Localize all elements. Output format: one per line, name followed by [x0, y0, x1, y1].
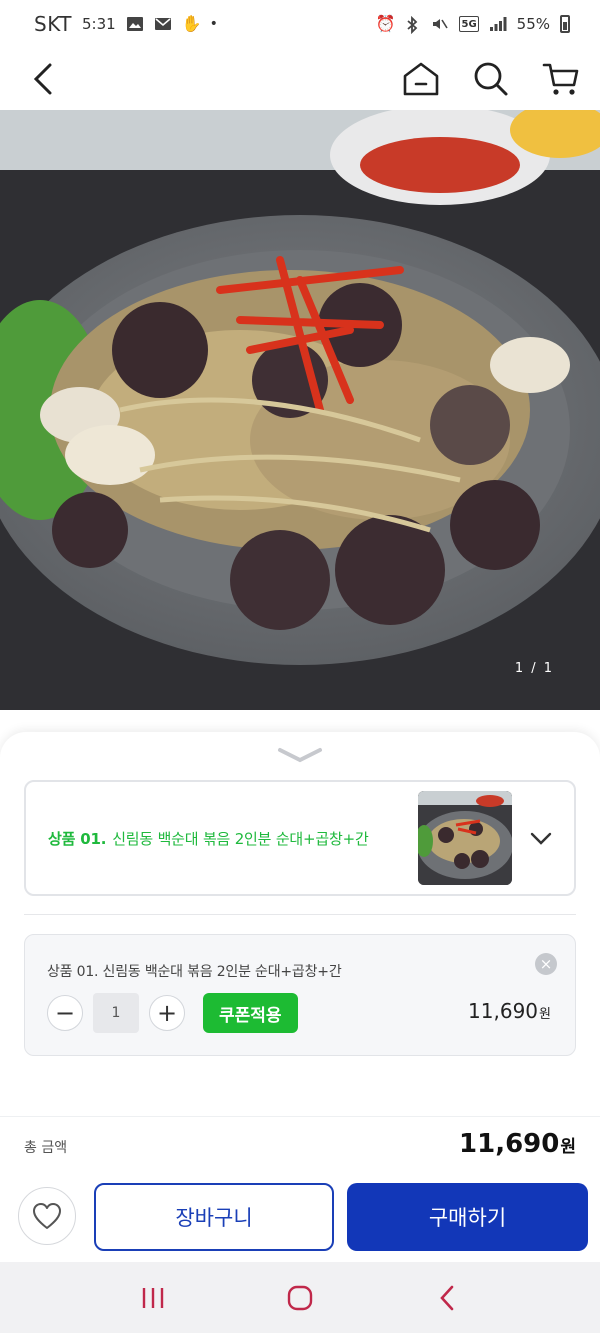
dot-icon: •	[209, 16, 218, 32]
total-price-value: 11,690	[459, 1129, 560, 1159]
plus-icon: +	[156, 999, 178, 1027]
back-button[interactable]	[22, 58, 64, 100]
status-right: ⏰ 5G 55%	[375, 14, 570, 35]
close-icon: ×	[539, 955, 553, 973]
total-price-unit: 원	[560, 1137, 576, 1157]
remove-option-button[interactable]: ×	[535, 953, 557, 975]
total-label: 총 금액	[24, 1140, 68, 1156]
home-system-button[interactable]	[270, 1273, 330, 1323]
selected-option-card: 상품 01. 신림동 백순대 볶음 2인분 순대+곱창+간 × − 1 + 쿠폰…	[24, 934, 576, 1056]
battery-icon	[560, 15, 570, 33]
price-unit: 원	[539, 1007, 551, 1022]
system-nav-bar	[0, 1262, 600, 1333]
cart-button[interactable]	[540, 58, 582, 100]
mail-icon	[154, 16, 172, 32]
selected-option-name: 상품 01. 신림동 백순대 볶음 2인분 순대+곱창+간	[47, 964, 342, 980]
product-photo	[0, 110, 600, 710]
system-back-icon	[439, 1285, 453, 1310]
apply-coupon-button[interactable]: 쿠폰적용	[203, 993, 298, 1033]
home-icon	[403, 62, 439, 96]
option-thumbnail	[418, 791, 512, 885]
buy-now-button[interactable]: 구매하기	[347, 1183, 588, 1251]
total-price: 11,690원	[459, 1129, 576, 1159]
image-icon	[126, 16, 144, 32]
option-sheet: 상품 01. 신림동 백순대 볶음 2인분 순대+곱창+간 상품 01. 신림동 …	[0, 732, 600, 1262]
add-to-cart-button[interactable]: 장바구니	[94, 1183, 334, 1251]
recent-apps-icon	[143, 1287, 164, 1308]
search-icon	[474, 62, 508, 96]
clock: 5:31	[81, 15, 116, 33]
network-label: 5G	[459, 16, 479, 32]
status-left: SKT 5:31 ✋ •	[34, 12, 218, 36]
like-button[interactable]	[18, 1187, 76, 1245]
alarm-icon: ⏰	[375, 14, 396, 33]
minus-icon: −	[54, 999, 76, 1027]
carrier-label: SKT	[34, 12, 72, 36]
chevron-down-icon[interactable]	[276, 742, 324, 768]
cart-icon	[542, 63, 579, 95]
selected-option-price: 11,690원	[468, 999, 551, 1023]
total-bar: 총 금액 11,690원 장바구니 구매하기	[0, 1116, 600, 1262]
top-nav	[0, 48, 600, 110]
price-value: 11,690	[468, 999, 539, 1023]
home-circle-icon	[287, 1285, 313, 1310]
recent-apps-button[interactable]	[123, 1273, 183, 1323]
bluetooth-icon	[403, 15, 421, 35]
option-label: 상품 01. 신림동 백순대 볶음 2인분 순대+곱창+간	[48, 828, 418, 849]
product-image[interactable]: 1 / 1	[0, 110, 600, 710]
option-select[interactable]: 상품 01. 신림동 백순대 볶음 2인분 순대+곱창+간	[24, 780, 576, 896]
hand-icon: ✋	[181, 14, 202, 33]
chevron-down-icon	[530, 832, 552, 845]
heart-icon	[33, 1203, 61, 1229]
increase-quantity-button[interactable]: +	[149, 995, 185, 1031]
option-prefix: 상품 01.	[48, 829, 107, 848]
nav-actions	[400, 58, 582, 100]
home-button[interactable]	[400, 58, 442, 100]
decrease-quantity-button[interactable]: −	[47, 995, 83, 1031]
quantity-stepper: − 1 + 쿠폰적용	[47, 993, 298, 1033]
option-name: 신림동 백순대 볶음 2인분 순대+곱창+간	[112, 829, 369, 848]
image-counter: 1 / 1	[514, 661, 554, 676]
divider	[24, 914, 576, 915]
signal-icon	[489, 16, 507, 32]
system-back-button[interactable]	[417, 1273, 477, 1323]
quantity-input[interactable]: 1	[93, 993, 139, 1033]
back-icon	[33, 63, 52, 95]
search-button[interactable]	[470, 58, 512, 100]
battery-percent: 55%	[516, 15, 550, 33]
mute-icon	[431, 16, 449, 32]
status-bar: SKT 5:31 ✋ • ⏰ 5G 55%	[0, 0, 600, 48]
